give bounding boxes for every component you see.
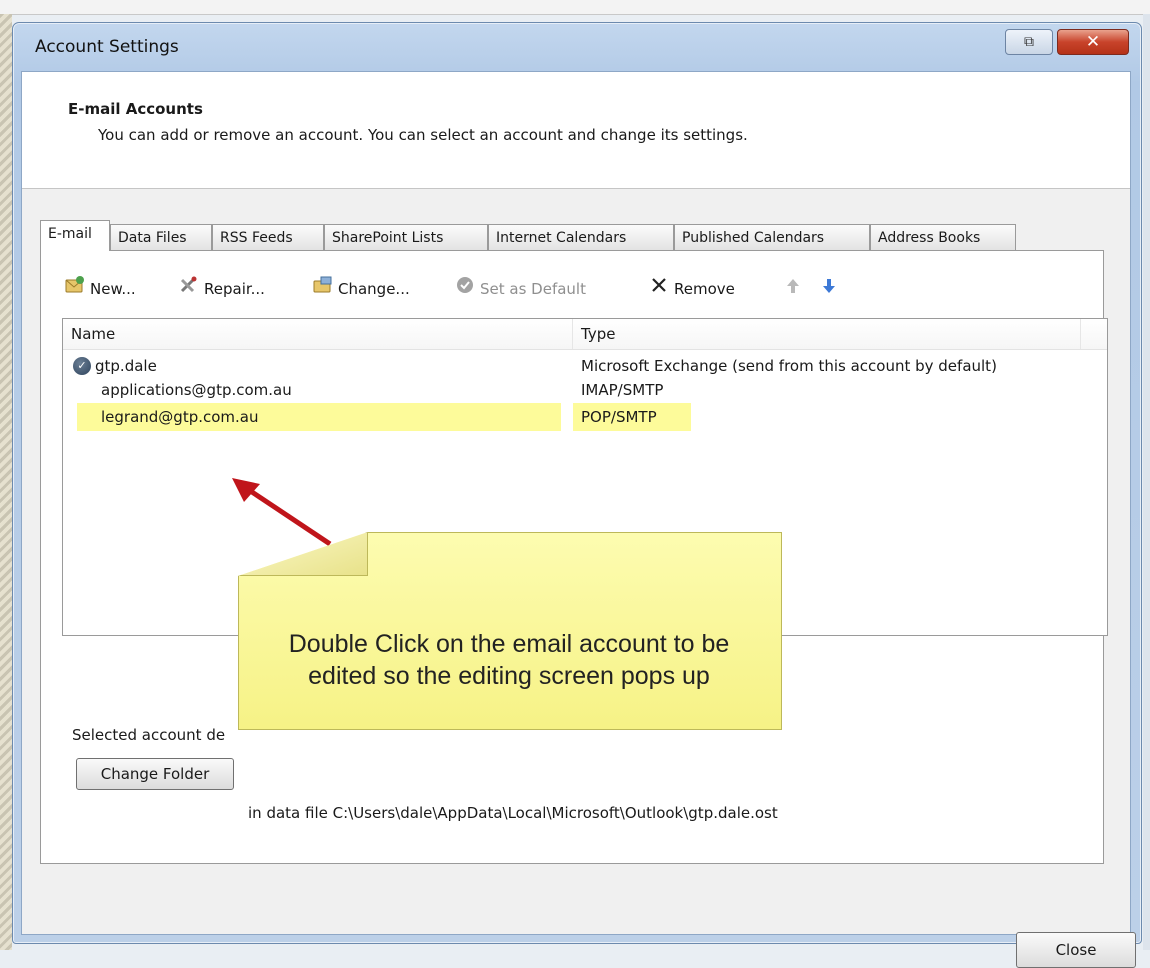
repair-button-label: Repair... <box>204 280 265 298</box>
tab-email[interactable]: E-mail <box>40 220 110 251</box>
section-title: E-mail Accounts <box>68 100 203 118</box>
tab-rss-feeds[interactable]: RSS Feeds <box>212 224 324 250</box>
change-icon <box>312 274 334 304</box>
table-row[interactable]: applications@gtp.com.au IMAP/SMTP <box>63 378 1107 402</box>
account-settings-dialog: Account Settings ⧉ ✕ E-mail Accounts You… <box>12 22 1142 968</box>
restore-button[interactable]: ⧉ <box>1005 29 1053 55</box>
close-icon: ✕ <box>1085 32 1101 52</box>
annotation-line-2: edited so the editing screen pops up <box>308 662 710 690</box>
move-down-button[interactable] <box>818 274 844 304</box>
change-folder-button[interactable]: Change Folder <box>76 758 234 790</box>
annotation-text: Double Click on the email account to be … <box>238 628 780 692</box>
tab-address-books[interactable]: Address Books <box>870 224 1016 250</box>
new-button-label: New... <box>90 280 136 298</box>
window-title: Account Settings <box>35 37 179 57</box>
account-name: legrand@gtp.com.au <box>101 408 259 426</box>
account-type: POP/SMTP <box>581 408 657 426</box>
check-icon <box>454 274 476 304</box>
remove-button-label: Remove <box>674 280 735 298</box>
account-type: IMAP/SMTP <box>581 381 664 399</box>
tab-sharepoint-lists[interactable]: SharePoint Lists <box>324 224 488 250</box>
table-row[interactable]: ✓ gtp.dale Microsoft Exchange (send from… <box>63 354 1107 378</box>
account-type: Microsoft Exchange (send from this accou… <box>581 357 997 375</box>
default-account-icon: ✓ <box>73 357 91 375</box>
window-close-button[interactable]: ✕ <box>1057 29 1129 55</box>
background-window-edge-right <box>1143 14 1150 950</box>
table-row[interactable]: legrand@gtp.com.au POP/SMTP <box>63 403 1107 431</box>
column-header-type[interactable]: Type <box>573 319 1081 349</box>
new-mail-icon <box>64 274 86 304</box>
tab-published-calendars[interactable]: Published Calendars <box>674 224 870 250</box>
tab-internet-calendars[interactable]: Internet Calendars <box>488 224 674 250</box>
remove-x-icon <box>648 274 670 304</box>
account-name: applications@gtp.com.au <box>101 381 292 399</box>
change-button[interactable]: Change... <box>312 274 410 304</box>
account-name: gtp.dale <box>95 357 157 375</box>
close-dialog-button[interactable]: Close <box>1016 932 1136 968</box>
restore-icon: ⧉ <box>1024 34 1034 50</box>
data-file-path: in data file C:\Users\dale\AppData\Local… <box>248 804 778 822</box>
section-description: You can add or remove an account. You ca… <box>98 126 748 144</box>
annotation-line-1: Double Click on the email account to be <box>288 630 730 658</box>
background-window-edge <box>0 14 12 950</box>
repair-button[interactable]: Repair... <box>178 274 265 304</box>
move-down-icon <box>818 274 840 304</box>
tab-data-files[interactable]: Data Files <box>110 224 212 250</box>
remove-button[interactable]: Remove <box>648 274 735 304</box>
move-up-button[interactable] <box>782 274 808 304</box>
header-panel: E-mail Accounts You can add or remove an… <box>22 72 1130 189</box>
repair-tools-icon <box>178 274 200 304</box>
set-as-default-button[interactable]: Set as Default <box>454 274 586 304</box>
title-bar[interactable]: Account Settings ⧉ ✕ <box>13 23 1141 71</box>
dialog-client-area: E-mail Accounts You can add or remove an… <box>21 71 1136 968</box>
list-header: Name Type <box>63 319 1107 350</box>
selected-account-label: Selected account de <box>72 726 226 744</box>
column-header-name[interactable]: Name <box>63 319 573 349</box>
change-button-label: Change... <box>338 280 410 298</box>
move-up-icon <box>782 274 804 304</box>
background-window-strip <box>0 0 1150 15</box>
new-button[interactable]: New... <box>64 274 136 304</box>
set-as-default-label: Set as Default <box>480 280 586 298</box>
